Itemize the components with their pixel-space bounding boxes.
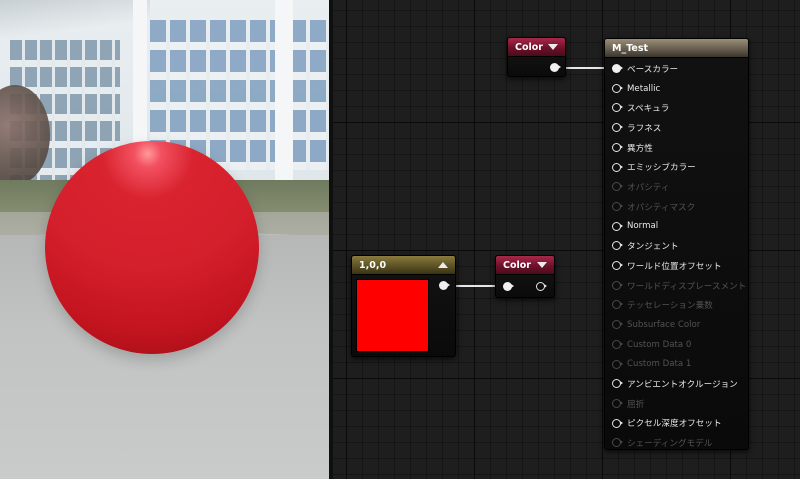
collapse-arrow-icon[interactable] [537, 262, 547, 268]
input-pin-icon[interactable] [612, 398, 623, 408]
color-node-body [508, 57, 565, 76]
input-pin-icon[interactable] [612, 241, 623, 251]
material-input-row[interactable]: オパシティ [605, 177, 748, 197]
output-pin-icon[interactable] [439, 281, 450, 290]
preview-sphere [45, 141, 259, 354]
material-input-label: テッセレーション乗数 [627, 301, 713, 312]
material-result-node[interactable]: M_Test ベースカラー Metallic スペキュララフネス異方性エミッシブカラ… [604, 38, 749, 450]
output-pin-icon[interactable] [536, 282, 547, 291]
material-input-row[interactable]: スペキュラ [605, 98, 748, 118]
material-input-label: 異方性 [627, 143, 653, 154]
collapse-arrow-icon[interactable] [438, 262, 448, 268]
material-input-label: ワールド位置オフセット [627, 261, 722, 272]
input-pin-icon[interactable] [612, 182, 623, 192]
material-input-row[interactable]: ベースカラー [605, 59, 748, 79]
input-pin-icon[interactable] [612, 221, 623, 231]
color-node-title: Color [515, 41, 543, 53]
material-input-row[interactable]: オパシティマスク [605, 197, 748, 217]
constant-node-body [352, 275, 455, 356]
material-input-row[interactable]: Subsurface Color [605, 315, 748, 335]
input-pin-icon[interactable] [612, 438, 623, 448]
constant-vector-node[interactable]: 1,0,0 [351, 255, 456, 357]
material-input-row[interactable]: Custom Data 0 [605, 335, 748, 355]
color-node-middle[interactable]: Color [495, 255, 555, 298]
input-pin-icon[interactable] [612, 103, 623, 113]
material-input-label: Subsurface Color [627, 319, 701, 330]
material-input-row[interactable]: シェーディングモデル [605, 433, 748, 450]
input-pin-icon[interactable] [612, 320, 623, 330]
material-input-row[interactable]: ピクセル深度オフセット [605, 414, 748, 434]
material-input-label: アンビエントオクルージョン [627, 380, 738, 391]
material-input-row[interactable]: 異方性 [605, 138, 748, 158]
color-node-top[interactable]: Color [507, 37, 566, 77]
material-input-row[interactable]: エミッシブカラー [605, 158, 748, 178]
input-pin-icon[interactable] [612, 123, 623, 133]
material-input-row[interactable]: ワールド位置オフセット [605, 256, 748, 276]
material-input-row[interactable]: アンビエントオクルージョン [605, 374, 748, 394]
material-node-inputs: ベースカラー Metallic スペキュララフネス異方性エミッシブカラー オパシティオ… [605, 58, 748, 450]
material-node-title: M_Test [612, 42, 649, 54]
material-input-label: ピクセル深度オフセット [627, 419, 722, 430]
material-input-label: Custom Data 1 [627, 359, 692, 370]
material-input-label: オパシティ [627, 183, 670, 194]
input-pin-icon[interactable] [612, 142, 623, 152]
input-pin-icon[interactable] [503, 282, 514, 291]
color-node-body [496, 275, 554, 297]
output-pin-icon[interactable] [550, 63, 561, 72]
material-input-row[interactable]: Metallic [605, 79, 748, 99]
material-input-label: ワールドディスプレースメント [627, 281, 747, 292]
material-input-label: 屈折 [627, 399, 645, 410]
input-pin-icon[interactable] [612, 64, 623, 73]
input-pin-icon[interactable] [612, 280, 623, 290]
material-input-label: Metallic [627, 83, 661, 94]
color-swatch[interactable] [356, 279, 429, 352]
input-pin-icon[interactable] [612, 261, 623, 270]
material-node-header[interactable]: M_Test [605, 39, 748, 58]
material-input-label: Normal [627, 221, 659, 232]
material-input-row[interactable]: 屈折 [605, 394, 748, 414]
material-input-label: ベースカラー [627, 64, 679, 75]
wire-color-to-basecolor [562, 67, 609, 69]
constant-node-header[interactable]: 1,0,0 [352, 256, 455, 275]
input-pin-icon[interactable] [612, 201, 623, 211]
input-pin-icon[interactable] [612, 359, 623, 369]
color-node-header[interactable]: Color [508, 38, 565, 57]
material-input-row[interactable]: Normal [605, 217, 748, 237]
material-graph-canvas[interactable]: Color 1,0,0 Color M_Test ベースカラー Metallic… [333, 0, 800, 479]
material-input-label: エミッシブカラー [627, 163, 696, 174]
material-input-label: タンジェント [627, 242, 679, 253]
material-input-label: スペキュラ [627, 104, 670, 115]
input-pin-icon[interactable] [612, 379, 623, 389]
preview-viewport[interactable] [0, 0, 329, 479]
material-input-row[interactable]: ラフネス [605, 118, 748, 138]
input-pin-icon[interactable] [612, 300, 623, 310]
color-node-header[interactable]: Color [496, 256, 554, 275]
material-input-row[interactable]: テッセレーション乗数 [605, 295, 748, 315]
constant-node-title: 1,0,0 [359, 259, 387, 271]
material-input-row[interactable]: ワールドディスプレースメント [605, 276, 748, 296]
material-input-label: オパシティマスク [627, 202, 696, 213]
material-input-label: Custom Data 0 [627, 339, 692, 350]
material-input-row[interactable]: タンジェント [605, 236, 748, 256]
material-input-label: ラフネス [627, 123, 662, 134]
color-node-title: Color [503, 259, 531, 271]
input-pin-icon[interactable] [612, 162, 623, 172]
viewport-pillar [275, 0, 293, 200]
collapse-arrow-icon[interactable] [548, 44, 558, 50]
input-pin-icon[interactable] [612, 83, 623, 93]
input-pin-icon[interactable] [612, 339, 623, 349]
input-pin-icon[interactable] [612, 418, 623, 428]
material-input-label: シェーディングモデル [627, 439, 713, 450]
material-input-row[interactable]: Custom Data 1 [605, 355, 748, 375]
